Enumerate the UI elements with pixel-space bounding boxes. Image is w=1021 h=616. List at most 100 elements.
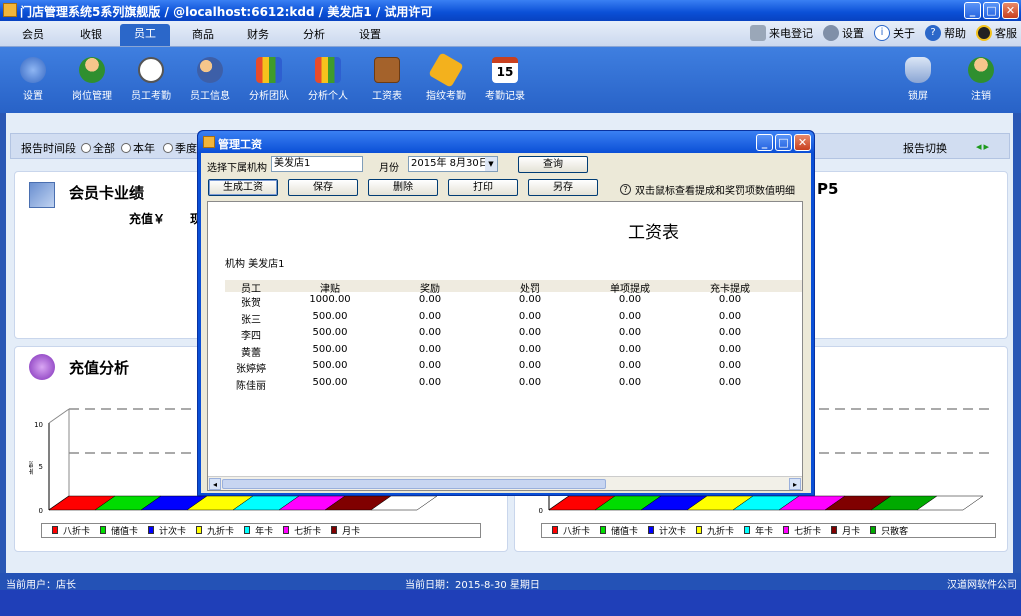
ribbon-staff-attendance[interactable]: 员工考勤: [121, 57, 181, 102]
ribbon-logout[interactable]: 注销: [951, 57, 1011, 102]
legend-swatch: [100, 526, 107, 534]
legend-label: 八折卡: [63, 527, 91, 537]
detail-hint: ? 双击鼠标查看提成和奖罚项数值明细: [620, 182, 795, 197]
tab-finance[interactable]: 财务: [247, 26, 269, 42]
tab-analysis[interactable]: 分析: [303, 26, 325, 42]
amount-cell: 0.00: [518, 343, 542, 355]
maximize-button[interactable]: □: [983, 2, 1000, 19]
calendar-icon: 15: [492, 57, 518, 83]
tab-staff[interactable]: 员工: [120, 24, 170, 46]
report-switch-arrows-icon[interactable]: ◂▸: [976, 140, 991, 153]
close-button[interactable]: ✕: [1002, 2, 1019, 19]
save-as-button[interactable]: 另存: [528, 179, 598, 196]
scroll-right-icon[interactable]: ▸: [789, 478, 801, 490]
color-band: [48, 495, 438, 511]
help-button[interactable]: ? 帮助: [925, 25, 966, 41]
table-row[interactable]: 张贺 1000.00 0.00 0.00 0.00 0.00: [225, 294, 802, 310]
shield-icon: [905, 57, 931, 83]
table-row[interactable]: 黄蕾 500.00 0.00 0.00 0.00 0.00: [225, 343, 802, 360]
company-name: 汉道网软件公司: [947, 580, 1017, 591]
dialog-minimize-button[interactable]: _: [756, 134, 773, 151]
col-header: 处罚: [520, 284, 540, 295]
radio-quarter-label: 季度: [175, 142, 197, 155]
legend-label: 月卡: [842, 527, 861, 537]
legend-label: 月卡: [342, 527, 361, 537]
legend-item: 只散客: [870, 524, 908, 537]
dialog-close-button[interactable]: ✕: [794, 134, 811, 151]
scrollbar-thumb[interactable]: [222, 479, 606, 489]
table-row[interactable]: 张婷婷 500.00 0.00 0.00 0.00 0.00: [225, 360, 802, 376]
generate-salary-button[interactable]: 生成工资: [208, 179, 278, 196]
salary-report[interactable]: 工资表 机构 美发店1 员工 津贴 奖励 处罚 单项提成 充卡提成 张贺 1000…: [207, 201, 803, 491]
legend-item: 年卡: [744, 524, 773, 537]
radio-quarter[interactable]: 季度: [163, 140, 197, 156]
radio-all[interactable]: 全部: [81, 140, 115, 156]
org-label: 选择下属机构: [207, 163, 267, 174]
ribbon-personal-analysis[interactable]: 分析个人: [298, 57, 358, 102]
ribbon-team-analysis-label: 分析团队: [249, 91, 289, 102]
legend-item: 九折卡: [196, 524, 234, 537]
query-button[interactable]: 查询: [518, 156, 588, 173]
legend-swatch: [148, 526, 155, 534]
bar-chart-icon: [315, 57, 341, 83]
wallet-icon: [374, 57, 400, 83]
help-label: 帮助: [944, 27, 966, 40]
scroll-left-icon[interactable]: ◂: [209, 478, 221, 490]
tab-cashier[interactable]: 收银: [80, 26, 102, 42]
ribbon-payroll[interactable]: 工资表: [357, 57, 417, 102]
ribbon-fingerprint-attendance[interactable]: 指纹考勤: [416, 52, 476, 102]
horizontal-scrollbar[interactable]: ◂ ▸: [208, 476, 802, 490]
org-input[interactable]: 美发店1: [271, 156, 363, 172]
save-button[interactable]: 保存: [288, 179, 358, 196]
incoming-call-button[interactable]: 来电登记: [750, 25, 813, 41]
ribbon-attendance-records[interactable]: 15 考勤记录: [475, 57, 535, 102]
radio-year[interactable]: 本年: [121, 140, 155, 156]
dialog-maximize-button[interactable]: □: [775, 134, 792, 151]
current-user: 当前用户：店长: [6, 580, 76, 591]
amount-cell: 0.00: [418, 343, 442, 355]
minimize-button[interactable]: _: [964, 2, 981, 19]
table-row[interactable]: 陈佳丽 500.00 0.00 0.00 0.00 0.00: [225, 377, 802, 393]
tab-goods[interactable]: 商品: [192, 26, 214, 42]
ribbon-payroll-label: 工资表: [372, 91, 402, 102]
table-row[interactable]: 张三 500.00 0.00 0.00 0.00 0.00: [225, 310, 802, 327]
legend-swatch: [696, 526, 703, 534]
tab-settings[interactable]: 设置: [359, 26, 381, 42]
window-title: 门店管理系统5系列旗舰版 / @localhost:6612:kdd / 美发店…: [20, 5, 433, 19]
month-date-picker[interactable]: 2015年 8月30日 ▼: [408, 156, 498, 172]
ribbon-position-management[interactable]: 岗位管理: [62, 57, 122, 102]
question-icon: ?: [620, 184, 631, 195]
amount-cell: 500.00: [312, 377, 348, 388]
delete-button[interactable]: 删除: [368, 179, 438, 196]
legend-right: 八折卡 储值卡 计次卡 九折卡 年卡 七折卡 月卡 只散客: [541, 523, 996, 538]
table-row[interactable]: 李四 500.00 0.00 0.00 0.00 0.00: [225, 327, 802, 343]
menu-bar: 会员 收银 员工 商品 财务 分析 设置 来电登记 设置 i 关于 ? 帮助 客…: [0, 21, 1021, 47]
legend-swatch: [744, 526, 751, 534]
ribbon-settings[interactable]: 设置: [3, 57, 63, 102]
col-header: 员工: [241, 284, 261, 295]
amount-cell: 0.00: [418, 360, 442, 372]
legend-label: 七折卡: [294, 527, 322, 537]
amount-cell: 0.00: [518, 360, 542, 372]
customer-service-button[interactable]: 客服: [976, 25, 1017, 41]
right-edge: [1013, 113, 1021, 573]
app-title-bar: 门店管理系统5系列旗舰版 / @localhost:6612:kdd / 美发店…: [0, 0, 1021, 21]
amount-cell: 0.00: [418, 327, 442, 339]
report-icon: [29, 182, 55, 208]
ribbon-staff-info[interactable]: 员工信息: [180, 57, 240, 102]
legend-left: 八折卡 储值卡 计次卡 九折卡 年卡 七折卡 月卡: [41, 523, 481, 538]
print-button[interactable]: 打印: [448, 179, 518, 196]
about-button[interactable]: i 关于: [874, 25, 915, 41]
legend-swatch: [331, 526, 338, 534]
settings-button[interactable]: 设置: [823, 25, 864, 41]
ribbon-lock-screen[interactable]: 锁屏: [888, 57, 948, 102]
clock-icon: [138, 57, 164, 83]
tab-member[interactable]: 会员: [22, 26, 44, 42]
person-icon: [79, 57, 105, 83]
ribbon-team-analysis[interactable]: 分析团队: [239, 57, 299, 102]
current-date: 当前日期：2015-8-30 星期日: [405, 580, 540, 591]
ribbon-toolbar: 设置 岗位管理 员工考勤 员工信息 分析团队 分析个人 工资表 指纹考勤 15 …: [0, 47, 1021, 113]
chevron-down-icon[interactable]: ▼: [485, 157, 497, 171]
amount-cell: 500.00: [312, 310, 348, 322]
report-header-row: 员工 津贴 奖励 处罚 单项提成 充卡提成: [225, 280, 802, 295]
